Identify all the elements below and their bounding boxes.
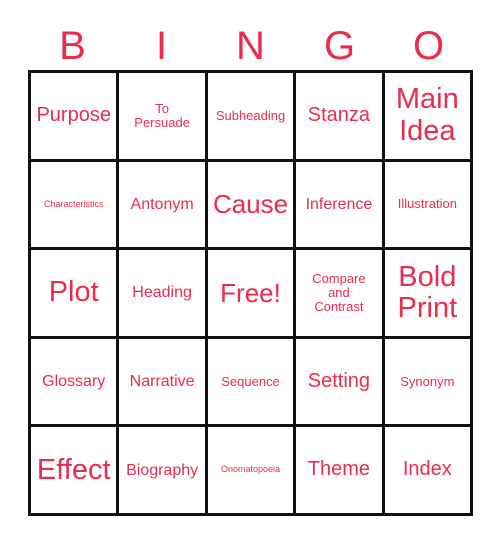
bingo-cell-label: Purpose	[36, 104, 111, 126]
bingo-cell-label: Setting	[307, 369, 371, 392]
bingo-cell-label: Narrative	[129, 372, 195, 390]
bingo-cell-o5[interactable]: Index	[384, 427, 474, 516]
bingo-cell-label: Illustration	[397, 196, 457, 212]
bingo-cell-label: Biography	[126, 461, 199, 479]
bingo-cell-label: Inference	[305, 195, 373, 213]
bingo-cell-label: Stanza	[307, 104, 371, 126]
bingo-cell-o4[interactable]: Synonym	[384, 338, 474, 428]
bingo-cell-label: Plot	[48, 276, 99, 309]
bingo-cell-label: Characteristics	[43, 198, 104, 209]
bingo-cell-i3[interactable]: Heading	[119, 250, 208, 339]
bingo-cell-g5[interactable]: Theme	[296, 427, 385, 516]
bingo-cell-i5[interactable]: Biography	[119, 427, 208, 516]
bingo-header-row: B I N G O	[28, 22, 473, 70]
bingo-row: Purpose To Persuade Subheading Stanza Ma…	[31, 73, 474, 162]
bingo-header-letter-n: N	[236, 24, 265, 68]
bingo-row: Characteristics Antonym Cause Inference …	[31, 161, 474, 251]
bingo-cell-o3[interactable]: Bold Print	[384, 250, 474, 339]
bingo-cell-n4[interactable]: Sequence	[207, 338, 297, 428]
bingo-cell-i4[interactable]: Narrative	[119, 338, 208, 428]
bingo-cell-label: Main Idea	[395, 83, 459, 147]
bingo-cell-label: Heading	[132, 284, 192, 302]
bingo-cell-g3[interactable]: Compare and Contrast	[296, 250, 385, 339]
bingo-cell-n5[interactable]: Onomatopoeia	[207, 427, 297, 516]
bingo-cell-o2[interactable]: Illustration	[384, 161, 474, 251]
bingo-row: Effect Biography Onomatopoeia Theme Inde…	[31, 427, 474, 516]
bingo-row: Glossary Narrative Sequence Setting Syno…	[31, 338, 474, 428]
bingo-header-letter-b: B	[59, 24, 86, 68]
bingo-cell-b5[interactable]: Effect	[31, 427, 120, 516]
bingo-cell-label: Antonym	[130, 195, 194, 213]
bingo-cell-label: Theme	[307, 458, 371, 481]
bingo-cell-g4[interactable]: Setting	[296, 338, 385, 428]
bingo-row: Plot Heading Free! Compare and Contrast …	[31, 250, 474, 339]
bingo-cell-i2[interactable]: Antonym	[119, 161, 208, 251]
bingo-cell-label: Effect	[36, 453, 111, 486]
bingo-cell-o1[interactable]: Main Idea	[384, 73, 474, 162]
bingo-cell-label: Synonym	[400, 373, 455, 389]
bingo-cell-b2[interactable]: Characteristics	[31, 161, 120, 251]
bingo-card: B I N G O Purpose To Persuade Subheading…	[0, 0, 501, 544]
bingo-header-letter-g: G	[323, 24, 356, 68]
bingo-cell-label: Compare and Contrast	[312, 270, 366, 314]
bingo-grid: Purpose To Persuade Subheading Stanza Ma…	[28, 70, 474, 516]
bingo-header-letter-i: I	[155, 24, 168, 68]
bingo-free-space-label: Free!	[220, 277, 281, 308]
bingo-cell-label: Glossary	[42, 372, 106, 390]
bingo-cell-g1[interactable]: Stanza	[296, 73, 385, 162]
bingo-cell-b3[interactable]: Plot	[31, 250, 120, 339]
bingo-cell-label: Cause	[212, 189, 289, 220]
bingo-cell-label: To Persuade	[134, 100, 190, 130]
bingo-cell-label: Subheading	[215, 107, 286, 123]
bingo-cell-label: Bold Print	[397, 260, 458, 324]
bingo-cell-n2[interactable]: Cause	[207, 161, 297, 251]
bingo-cell-b4[interactable]: Glossary	[31, 338, 120, 428]
bingo-cell-i1[interactable]: To Persuade	[119, 73, 208, 162]
bingo-header-letter-o: O	[412, 24, 445, 68]
bingo-cell-n1[interactable]: Subheading	[207, 73, 297, 162]
bingo-cell-label: Onomatopoeia	[220, 464, 281, 475]
bingo-cell-g2[interactable]: Inference	[296, 161, 385, 251]
bingo-cell-free-space[interactable]: Free!	[207, 250, 297, 339]
bingo-cell-b1[interactable]: Purpose	[31, 73, 120, 162]
bingo-cell-label: Sequence	[221, 373, 280, 389]
bingo-cell-label: Index	[402, 458, 452, 481]
